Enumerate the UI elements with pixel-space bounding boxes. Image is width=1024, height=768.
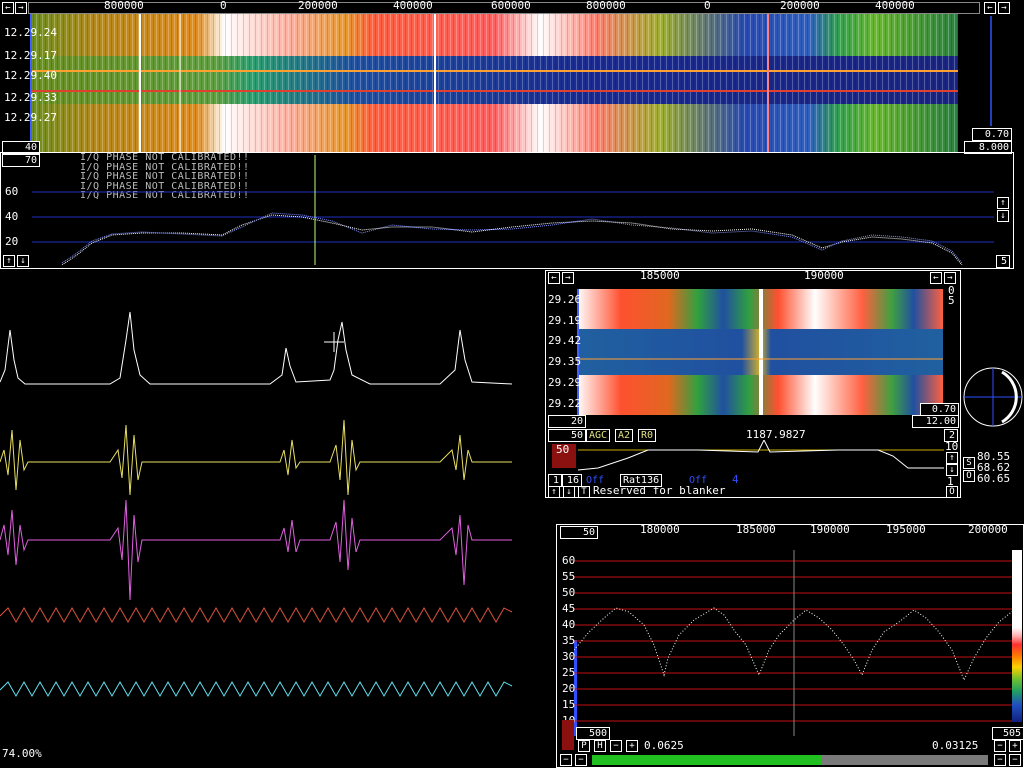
baseband-waterfall-image[interactable] — [577, 289, 943, 415]
hires-y-label: 40 — [562, 618, 576, 631]
spectrum-scroll-down[interactable]: ↓ — [997, 210, 1009, 222]
baseband-time-label: 29.19 — [548, 314, 582, 327]
scroll-right-button[interactable]: → — [15, 2, 27, 14]
hires-left-bar — [562, 720, 574, 750]
hires-y-label: 50 — [562, 586, 576, 599]
stereo-scope[interactable] — [962, 366, 1024, 428]
baseband-time-label: 29.29 — [548, 376, 582, 389]
hires-h-button[interactable]: H — [594, 740, 606, 752]
hires-freq-tick: 200000 — [968, 523, 1008, 536]
baseband-scroll-left[interactable]: ← — [548, 272, 560, 284]
hires-y-label: 60 — [562, 554, 576, 567]
hires-y-label: 15 — [562, 698, 576, 711]
spectrum-plot[interactable] — [32, 155, 994, 265]
baseband-scroll-right-r[interactable]: → — [944, 272, 956, 284]
hires-freq-tick: 185000 — [736, 523, 776, 536]
freq-tick: 800000 — [104, 0, 144, 12]
spectrum-scroll-up[interactable]: ↑ — [997, 197, 1009, 209]
baseband-scroll-left-r[interactable]: ← — [930, 272, 942, 284]
hires-top-box[interactable]: 50 — [560, 526, 598, 539]
bottom-minus-left-2[interactable]: − — [575, 754, 587, 766]
freq-tick: 200000 — [780, 0, 820, 12]
baseband-time-label: 29.22 — [548, 397, 582, 410]
bottom-minus-left[interactable]: − — [560, 754, 572, 766]
hires-plus-button[interactable]: + — [626, 740, 638, 752]
hires-freq-tick: 195000 — [886, 523, 926, 536]
baseband-brightness-box[interactable]: 12.00 — [912, 415, 959, 428]
bottom-minus-right[interactable]: − — [994, 754, 1006, 766]
filter-shape-plot[interactable] — [578, 440, 944, 472]
baseband-o-button[interactable]: O — [946, 486, 958, 498]
hires-value-right: 0.03125 — [932, 739, 979, 752]
spectrum-gain-down[interactable]: ↓ — [17, 255, 29, 267]
time-label: 12.29.17 — [4, 49, 57, 62]
baseband-time-label: 29.35 — [548, 355, 582, 368]
time-label: 12.29.24 — [4, 26, 57, 39]
scroll-left-button[interactable]: ← — [2, 2, 14, 14]
baseband-side-bottom: 5 — [948, 294, 955, 307]
hires-spectrum-plot[interactable] — [574, 540, 1014, 736]
hires-y-label: 35 — [562, 634, 576, 647]
oscilloscope-traces[interactable] — [0, 300, 515, 720]
s-readout-button[interactable]: S — [963, 457, 975, 469]
waterfall-contrast-box[interactable]: 0.70 — [972, 128, 1012, 141]
baseband-num-4: 4 — [732, 473, 739, 486]
freq-tick: 800000 — [586, 0, 626, 12]
o-readout-button[interactable]: O — [963, 470, 975, 482]
baseband-scroll-right[interactable]: → — [562, 272, 574, 284]
baseband-gain-box[interactable]: 20 — [548, 415, 586, 428]
hires-y-label: 45 — [562, 602, 576, 615]
bottom-minus-right-2[interactable]: − — [1009, 754, 1021, 766]
right-scale-bar — [990, 16, 992, 126]
hires-y-label: 55 — [562, 570, 576, 583]
spectrum-y-label: 40 — [5, 210, 19, 223]
freq-tick: 600000 — [491, 0, 531, 12]
freq-tick: 400000 — [875, 0, 915, 12]
hires-right-box[interactable]: 505 — [992, 727, 1024, 740]
scroll-right-button-right[interactable]: → — [998, 2, 1010, 14]
baseband-freq-tick: 190000 — [804, 269, 844, 282]
top-waterfall-image[interactable] — [30, 14, 958, 152]
hires-minus-button[interactable]: − — [610, 740, 622, 752]
time-label: 12.29.40 — [4, 69, 57, 82]
progress-bar[interactable] — [592, 755, 988, 765]
hires-p-button[interactable]: P — [578, 740, 590, 752]
hires-minus-right[interactable]: − — [994, 740, 1006, 752]
progress-fill — [592, 755, 822, 765]
hires-plus-right[interactable]: + — [1009, 740, 1021, 752]
baseband-up-small[interactable]: ↑ — [548, 486, 560, 498]
s-meter-value: 50 — [556, 443, 570, 456]
scroll-left-button-right[interactable]: ← — [984, 2, 996, 14]
freq-tick: 0 — [220, 0, 227, 12]
spectrum-y-label: 60 — [5, 185, 19, 198]
colour-scale — [1012, 550, 1022, 722]
time-label: 12.29.33 — [4, 91, 57, 104]
spectrum-right-box[interactable]: 5 — [996, 255, 1010, 268]
hires-freq-tick: 190000 — [810, 523, 850, 536]
baseband-time-label: 29.42 — [548, 334, 582, 347]
spectrum-gain-up[interactable]: ↑ — [3, 255, 15, 267]
freq-tick: 400000 — [393, 0, 433, 12]
hires-y-label: 30 — [562, 650, 576, 663]
hires-left-box[interactable]: 500 — [576, 727, 610, 740]
oscilloscope-percent: 74.00% — [2, 747, 42, 760]
hires-y-label: 25 — [562, 666, 576, 679]
readout-3: 60.65 — [977, 472, 1011, 485]
freq-tick: 200000 — [298, 0, 338, 12]
time-label: 12.29.27 — [4, 111, 57, 124]
baseband-time-label: 29.26 — [548, 293, 582, 306]
baseband-up-button[interactable]: ↑ — [946, 452, 958, 464]
baseband-t-button[interactable]: T — [578, 486, 590, 498]
freq-tick: 0 — [704, 0, 711, 12]
spectrum-y-label: 20 — [5, 235, 19, 248]
baseband-freq-tick: 185000 — [640, 269, 680, 282]
hires-freq-tick: 180000 — [640, 523, 680, 536]
baseband-down-small[interactable]: ↓ — [563, 486, 575, 498]
blanker-status: Reserved for blanker — [593, 484, 726, 497]
hires-y-label: 20 — [562, 682, 576, 695]
hires-value-left: 0.0625 — [644, 739, 684, 752]
top-waterfall-panel: ← → ← → 800000 0 200000 400000 600000 80… — [0, 0, 1024, 154]
